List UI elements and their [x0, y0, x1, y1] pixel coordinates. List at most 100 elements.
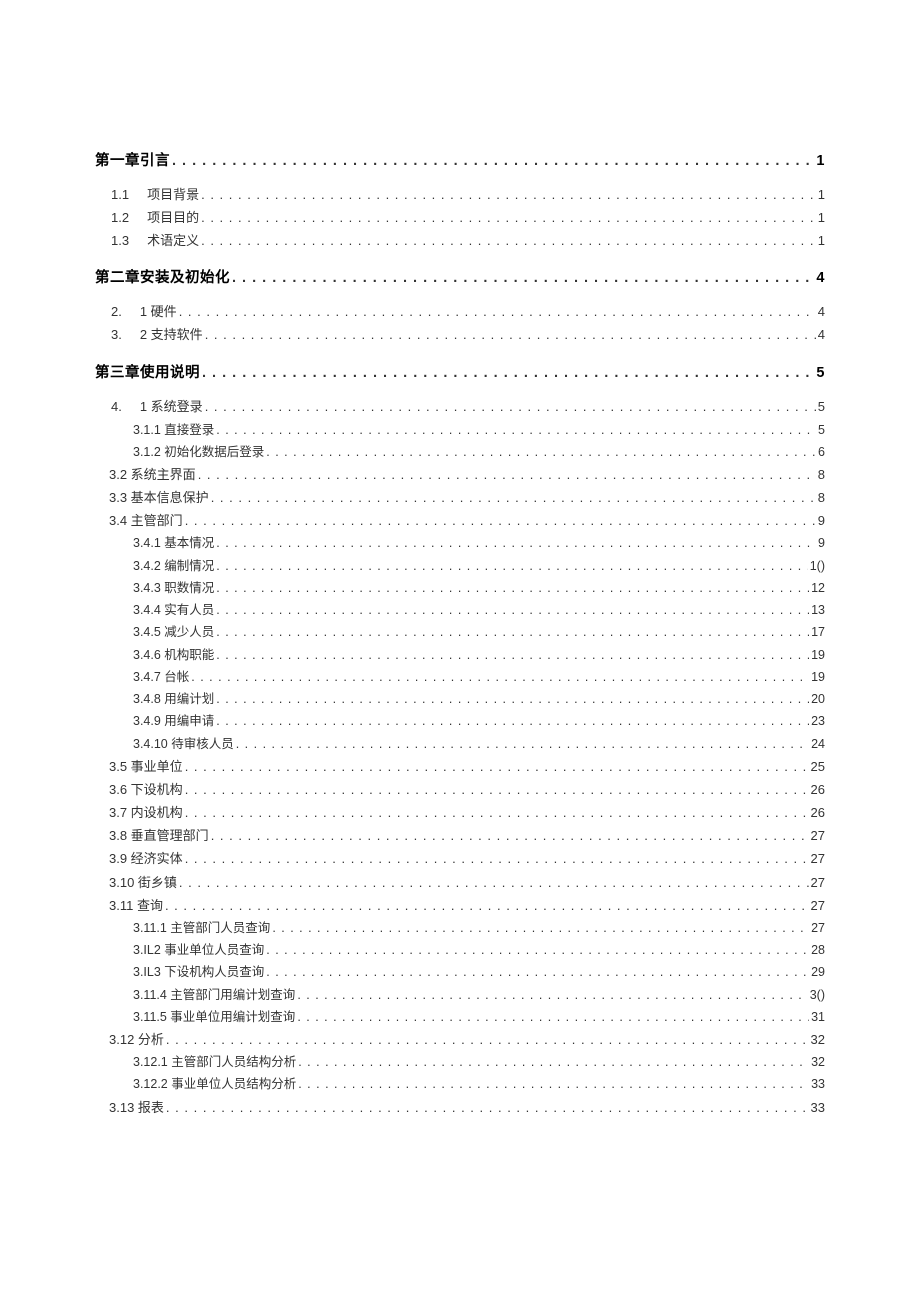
toc-leader-dots: [298, 1073, 809, 1095]
toc-entry: 3.3 基本信息保护8: [95, 486, 825, 509]
toc-page-number: 32: [811, 1051, 825, 1073]
toc-page-number: 20: [811, 688, 825, 710]
toc-entry: 3.4.10 待审核人员24: [95, 733, 825, 755]
toc-leader-dots: [198, 463, 816, 486]
toc-entry: 3.4 主管部门9: [95, 509, 825, 532]
toc-label: 3.11.4 主管部门用编计划查询: [133, 984, 295, 1006]
toc-label: 第二章安装及初始化: [95, 266, 230, 287]
toc-label: 1.1项目背景: [111, 184, 199, 207]
toc-page-number: 13: [811, 599, 825, 621]
toc-leader-dots: [201, 230, 816, 253]
toc-leader-dots: [216, 644, 809, 666]
toc-label: 3.4.8 用编计划: [133, 688, 214, 710]
toc-page-number: 8: [818, 486, 825, 509]
toc-entry: 3.2 支持软件 4: [95, 324, 825, 347]
toc-entry: 3.9 经济实体27: [95, 847, 825, 870]
toc-page-number: 5: [818, 419, 825, 441]
toc-page-number: 33: [811, 1073, 825, 1095]
toc-page-number: 1: [818, 184, 825, 207]
toc-number: 1.3: [111, 230, 129, 253]
toc-entry: 3.10 街乡镇 27: [95, 871, 825, 894]
toc-page-number: 8: [818, 463, 825, 486]
toc-page-number: 27: [811, 847, 825, 870]
toc-page-number: 27: [811, 871, 825, 894]
toc-page-number: 4: [818, 324, 825, 347]
toc-leader-dots: [201, 207, 816, 230]
toc-entry: 3.12 分析32: [95, 1028, 825, 1051]
toc-entry: 4.1 系统登录5: [95, 396, 825, 419]
toc-label: 3.4.4 实有人员: [133, 599, 214, 621]
toc-text: 项目背景: [147, 187, 199, 202]
toc-entry: 3.6 下设机构26: [95, 778, 825, 801]
toc-entry: 3.13 报表33: [95, 1096, 825, 1119]
toc-leader-dots: [216, 621, 809, 643]
toc-label: 4.1 系统登录: [111, 396, 203, 419]
toc-label: 3.4.6 机构职能: [133, 644, 214, 666]
toc-leader-dots: [216, 555, 807, 577]
toc-page-number: 9: [818, 509, 825, 532]
toc-label: 3.4.3 职数情况: [133, 577, 214, 599]
toc-leader-dots: [216, 532, 816, 554]
toc-leader-dots: [266, 441, 816, 463]
toc-leader-dots: [211, 486, 816, 509]
toc-page-number: 19: [811, 666, 825, 688]
toc-text: 项目目的: [147, 210, 199, 225]
toc-leader-dots: [202, 365, 814, 381]
toc-page-number: 6: [818, 441, 825, 463]
toc-entry: 3.11.5 事业单位用编计划查询31: [95, 1006, 825, 1028]
toc-entry: 3.2 系统主界面8: [95, 463, 825, 486]
toc-page-number: 1: [818, 230, 825, 253]
toc-number: 2.: [111, 301, 122, 324]
toc-leader-dots: [297, 1006, 809, 1028]
toc-page-number: 3(): [810, 984, 825, 1006]
toc-leader-dots: [232, 270, 814, 286]
toc-label: 3.11 查询: [109, 894, 163, 917]
toc-leader-dots: [272, 917, 809, 939]
toc-leader-dots: [205, 324, 816, 347]
toc-label: 第一章引言: [95, 149, 170, 170]
toc-page-number: 1: [816, 153, 825, 169]
toc-label: 3.4.9 用编申请: [133, 710, 214, 732]
toc-entry: 3.4.1 基本情况9: [95, 532, 825, 554]
toc-entry: 第二章安装及初始化4: [95, 266, 825, 287]
toc-label: 3.7 内设机构: [109, 801, 183, 824]
toc-page-number: 23: [811, 710, 825, 732]
toc-leader-dots: [205, 396, 816, 419]
toc-entry: 3.4.8 用编计划 20: [95, 688, 825, 710]
toc-leader-dots: [165, 894, 809, 917]
toc-number: 1.2: [111, 207, 129, 230]
toc-text: 2 支持软件: [140, 327, 203, 342]
toc-entry: 3.11 查询27: [95, 894, 825, 917]
toc-label: 3.11.1 主管部门人员查询: [133, 917, 270, 939]
toc-leader-dots: [216, 599, 809, 621]
toc-label: 1.2 项目目的: [111, 207, 199, 230]
table-of-contents: 第一章引言11.1项目背景11.2项目目的11.3术语定义1第二章安装及初始化4…: [95, 149, 825, 1119]
toc-leader-dots: [266, 939, 809, 961]
toc-label: 3.8 垂直管理部门: [109, 824, 209, 847]
toc-entry: 3.12.1 主管部门人员结构分析 32: [95, 1051, 825, 1073]
toc-entry: 第一章引言 1: [95, 149, 825, 170]
toc-entry: 3.4.7 台帐19: [95, 666, 825, 688]
toc-leader-dots: [236, 733, 809, 755]
toc-text: 1 系统登录: [140, 399, 203, 414]
toc-page-number: 28: [811, 939, 825, 961]
toc-label: 3.12.1 主管部门人员结构分析: [133, 1051, 296, 1073]
toc-label: 3.IL3 下设机构人员查询: [133, 961, 264, 983]
toc-page-number: 1(): [810, 555, 825, 577]
toc-label: 3.13 报表: [109, 1096, 164, 1119]
toc-page-number: 12: [811, 577, 825, 599]
toc-label: 1.3术语定义: [111, 230, 199, 253]
toc-label: 3.2 支持软件: [111, 324, 203, 347]
toc-entry: 1.1项目背景 1: [95, 184, 825, 207]
toc-entry: 3.4.3 职数情况 12: [95, 577, 825, 599]
toc-page-number: 26: [811, 801, 825, 824]
toc-label: 3.10 街乡镇: [109, 871, 177, 894]
toc-entry: 3.IL2 事业单位人员查询28: [95, 939, 825, 961]
toc-leader-dots: [216, 577, 809, 599]
toc-page-number: 24: [811, 733, 825, 755]
toc-leader-dots: [191, 666, 809, 688]
toc-label: 3.1.2 初始化数据后登录: [133, 441, 264, 463]
toc-entry: 1.3术语定义 1: [95, 230, 825, 253]
toc-page-number: 29: [811, 961, 825, 983]
toc-leader-dots: [211, 824, 809, 847]
